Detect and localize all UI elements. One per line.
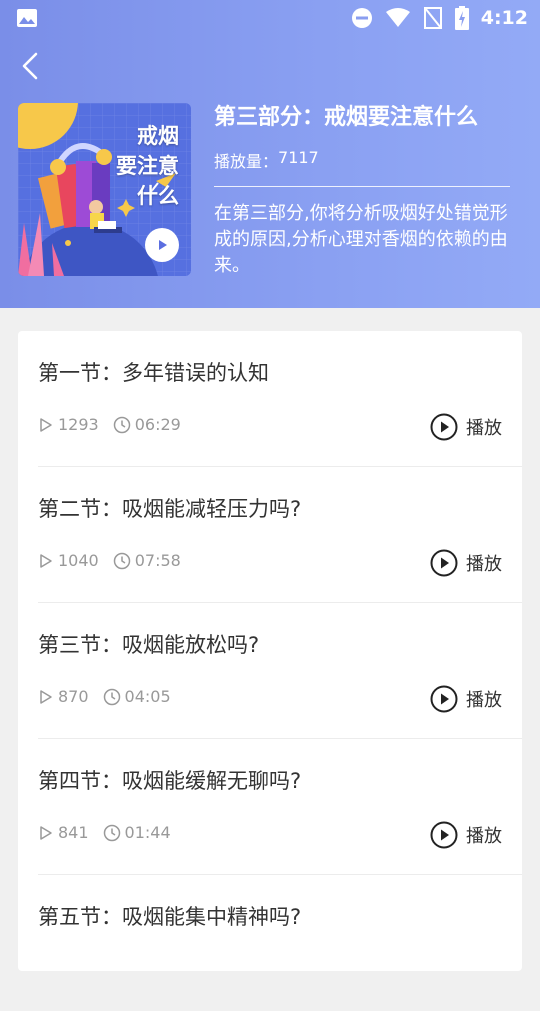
- cover-title-line: 要注意: [116, 153, 179, 178]
- list-item[interactable]: 第四节：吸烟能缓解无聊吗? 841 01:44 播放: [38, 739, 522, 875]
- play-outline-icon: [40, 553, 52, 568]
- play-outline-icon: [40, 417, 52, 432]
- no-sim-icon: [423, 7, 442, 29]
- play-circle-icon: [430, 413, 458, 441]
- play-count: 播放量： 7117: [214, 148, 514, 172]
- play-circle-icon: [430, 685, 458, 713]
- battery-charging-icon: [454, 6, 469, 30]
- lesson-title: 第一节：多年错误的认知: [38, 361, 269, 385]
- header: 4:12 戒烟 要注意 什么 第三部分：戒烟要注意什么 播放量： 7117 在第…: [0, 0, 540, 308]
- lesson-duration: 07:58: [134, 551, 181, 570]
- page-title: 第三部分：戒烟要注意什么: [214, 105, 479, 130]
- cover-title-line: 戒烟: [137, 123, 179, 148]
- lesson-title: 第四节：吸烟能缓解无聊吗?: [38, 769, 302, 793]
- play-button-label: 播放: [466, 690, 502, 711]
- lesson-plays: 841: [58, 823, 89, 842]
- play-button[interactable]: 播放: [430, 413, 502, 441]
- cover-title-line: 什么: [137, 183, 179, 208]
- play-outline-icon: [40, 689, 52, 704]
- lesson-plays: 1293: [58, 415, 99, 434]
- lesson-meta: 1040 07:58: [38, 551, 181, 570]
- clock-icon: [103, 824, 120, 841]
- cover-title: 戒烟 要注意 什么: [99, 121, 179, 211]
- chevron-left-icon: [22, 52, 38, 80]
- list-item[interactable]: 第三节：吸烟能放松吗? 870 04:05 播放: [38, 603, 522, 739]
- lesson-list: 第一节：多年错误的认知 1293 06:29 播放 第二节：吸烟能减轻压力吗? …: [18, 331, 522, 971]
- lesson-title: 第三节：吸烟能放松吗?: [38, 633, 260, 657]
- lesson-duration: 04:05: [124, 687, 171, 706]
- lesson-duration: 01:44: [124, 823, 171, 842]
- play-button-label: 播放: [466, 418, 502, 439]
- list-item[interactable]: 第五节：吸烟能集中精神吗?: [38, 875, 522, 1011]
- play-button-label: 播放: [466, 554, 502, 575]
- play-button[interactable]: 播放: [430, 821, 502, 849]
- play-circle-icon: [430, 549, 458, 577]
- lesson-meta: 841 01:44: [38, 823, 171, 842]
- list-item[interactable]: 第一节：多年错误的认知 1293 06:29 播放: [38, 331, 522, 467]
- album-info: 第三部分：戒烟要注意什么 播放量： 7117 在第三部分,你将分析吸烟好处错觉形…: [214, 100, 514, 279]
- back-button[interactable]: [14, 48, 50, 84]
- lesson-title: 第五节：吸烟能集中精神吗?: [38, 905, 302, 929]
- status-bar: 4:12: [0, 0, 540, 38]
- clock-icon: [113, 416, 130, 433]
- play-button-label: 播放: [466, 826, 502, 847]
- clock: 4:12: [480, 7, 528, 29]
- lesson-title: 第二节：吸烟能减轻压力吗?: [38, 497, 302, 521]
- clock-icon: [103, 688, 120, 705]
- play-count-label: 播放量：: [214, 152, 279, 171]
- lesson-meta: 1293 06:29: [38, 415, 181, 434]
- play-button[interactable]: 播放: [430, 549, 502, 577]
- lesson-meta: 870 04:05: [38, 687, 171, 706]
- divider: [214, 186, 510, 187]
- image-icon: [17, 9, 37, 27]
- play-count-value: 7117: [278, 148, 319, 167]
- play-icon: [159, 240, 167, 250]
- dnd-icon: [351, 8, 372, 28]
- description: 在第三部分,你将分析吸烟好处错觉形成的原因,分析心理对香烟的依赖的由来。: [214, 203, 508, 276]
- cover-play-button[interactable]: [145, 228, 179, 262]
- play-circle-icon: [430, 821, 458, 849]
- lesson-plays: 870: [58, 687, 89, 706]
- play-outline-icon: [40, 825, 52, 840]
- wifi-icon: [385, 8, 410, 27]
- clock-icon: [113, 552, 130, 569]
- album-cover[interactable]: 戒烟 要注意 什么: [18, 103, 191, 276]
- list-item[interactable]: 第二节：吸烟能减轻压力吗? 1040 07:58 播放: [38, 467, 522, 603]
- lesson-plays: 1040: [58, 551, 99, 570]
- lesson-duration: 06:29: [134, 415, 181, 434]
- play-button[interactable]: 播放: [430, 685, 502, 713]
